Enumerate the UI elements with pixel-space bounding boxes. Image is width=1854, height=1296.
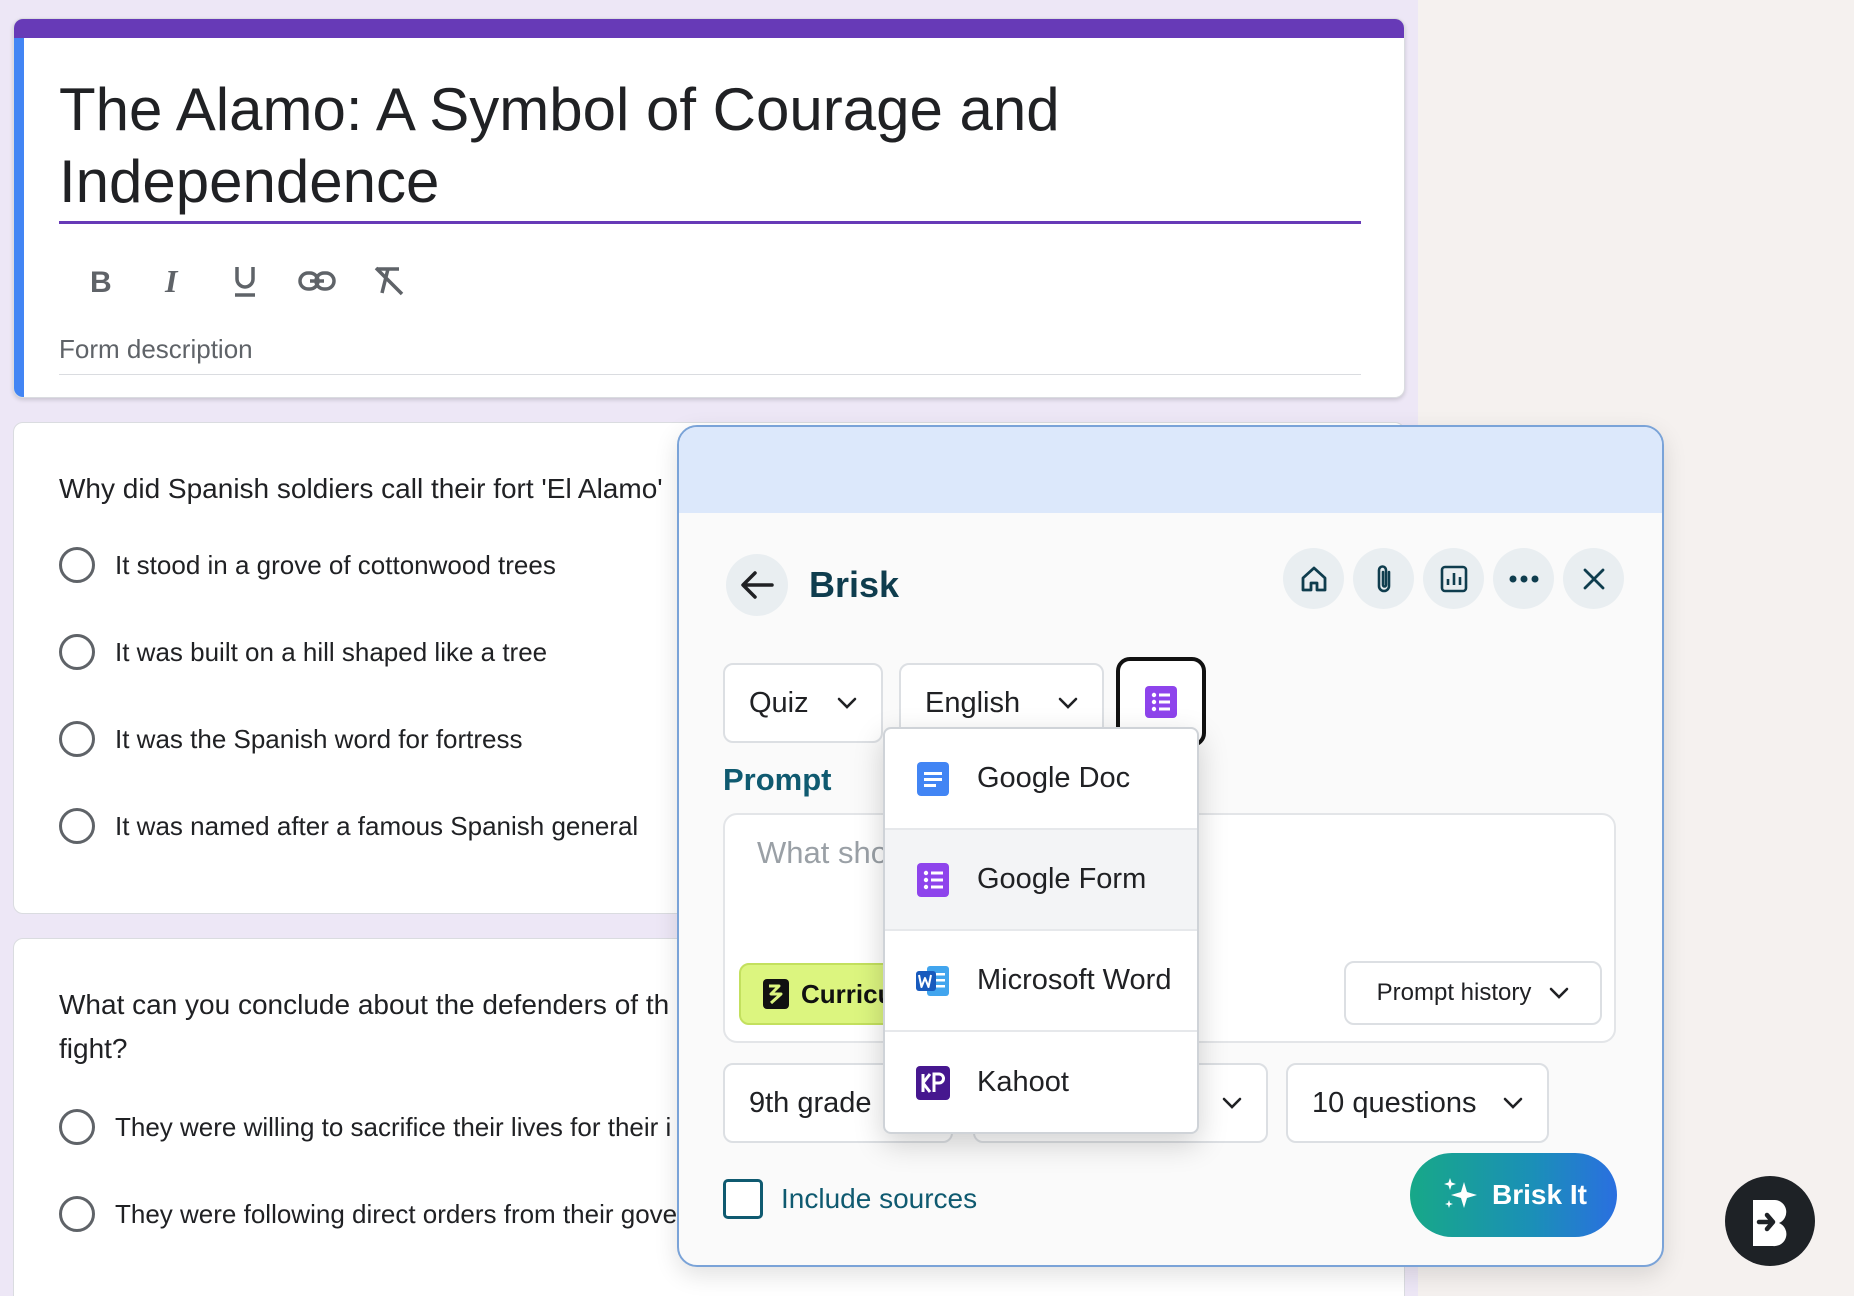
chevron-down-icon	[1222, 1097, 1242, 1109]
chevron-down-icon	[837, 697, 857, 709]
close-button[interactable]	[1563, 548, 1624, 609]
chart-icon	[1440, 565, 1467, 592]
underline-icon[interactable]	[226, 262, 264, 300]
radio-button[interactable]	[59, 721, 95, 757]
more-button[interactable]	[1493, 548, 1554, 609]
sparkle-icon	[1444, 1178, 1478, 1208]
italic-icon[interactable]: I	[154, 262, 192, 300]
analytics-button[interactable]	[1423, 548, 1484, 609]
svg-text:B: B	[90, 266, 112, 296]
include-sources-checkbox[interactable]	[723, 1179, 763, 1219]
chevron-down-icon	[1058, 697, 1078, 709]
brisk-it-label: Brisk It	[1492, 1179, 1587, 1210]
title-card-focus-bar	[14, 38, 24, 397]
menu-item-google-doc[interactable]: Google Doc	[885, 729, 1197, 830]
brisk-panel-header	[679, 427, 1662, 513]
grade-select-value: 9th grade	[749, 1086, 872, 1119]
svg-text:I: I	[164, 266, 179, 296]
google-form-icon	[917, 862, 949, 897]
radio-button[interactable]	[59, 1109, 95, 1145]
answer-option[interactable]: It stood in a grove of cottonwood trees	[59, 547, 556, 583]
prompt-placeholder: What sho	[757, 835, 888, 870]
answer-option[interactable]: It was the Spanish word for fortress	[59, 721, 523, 757]
prompt-history-button[interactable]: Prompt history	[1344, 961, 1602, 1025]
curriculum-label: Curricu	[801, 978, 894, 1009]
question-count-value: 10 questions	[1312, 1086, 1477, 1119]
arrow-left-icon	[741, 571, 774, 599]
word-icon	[916, 965, 949, 996]
radio-button[interactable]	[59, 808, 95, 844]
description-underline	[59, 374, 1361, 375]
option-label: They were willing to sacrifice their liv…	[115, 1111, 672, 1142]
paperclip-icon	[1377, 564, 1390, 592]
prompt-label: Prompt	[723, 762, 832, 797]
menu-item-microsoft-word[interactable]: Microsoft Word	[885, 931, 1197, 1032]
menu-item-kahoot[interactable]: Kahoot	[885, 1032, 1197, 1132]
title-underline	[59, 221, 1361, 224]
form-description-field[interactable]: Form description	[59, 334, 253, 365]
more-horizontal-icon	[1509, 575, 1538, 582]
option-label: It stood in a grove of cottonwood trees	[115, 549, 556, 580]
option-label: It was built on a hill shaped like a tre…	[115, 636, 548, 667]
answer-option[interactable]: It was named after a famous Spanish gene…	[59, 808, 638, 844]
export-format-menu: Google Doc Google Form Microsoft Word Ka…	[883, 727, 1199, 1134]
chevron-down-icon	[1503, 1097, 1523, 1109]
form-title-card: The Alamo: A Symbol of Courage and Indep…	[13, 18, 1405, 398]
menu-item-label: Google Form	[977, 863, 1147, 895]
format-toolbar: B I	[82, 257, 408, 305]
answer-option[interactable]: It was built on a hill shaped like a tre…	[59, 634, 547, 670]
form-title[interactable]: The Alamo: A Symbol of Courage and Indep…	[59, 74, 1361, 218]
brisk-toolbar	[1283, 548, 1624, 609]
menu-item-label: Kahoot	[977, 1066, 1069, 1098]
title-card-accent-bar	[14, 19, 1404, 38]
radio-button[interactable]	[59, 634, 95, 670]
language-select-value: English	[925, 686, 1021, 719]
include-sources-row[interactable]: Include sources	[723, 1179, 977, 1219]
option-label: It was the Spanish word for fortress	[115, 723, 523, 754]
google-doc-icon	[917, 761, 949, 796]
include-sources-label: Include sources	[781, 1183, 978, 1214]
clear-formatting-icon[interactable]	[370, 262, 408, 300]
menu-item-google-form[interactable]: Google Form	[885, 830, 1197, 931]
menu-item-label: Microsoft Word	[977, 964, 1172, 996]
link-icon[interactable]	[298, 262, 336, 300]
brisk-logo-icon	[1753, 1200, 1787, 1247]
back-button[interactable]	[726, 554, 788, 616]
attach-button[interactable]	[1353, 548, 1414, 609]
home-button[interactable]	[1283, 548, 1344, 609]
radio-button[interactable]	[59, 547, 95, 583]
radio-button[interactable]	[59, 1196, 95, 1232]
option-label: It was named after a famous Spanish gene…	[115, 810, 639, 841]
answer-option[interactable]: They were following direct orders from t…	[59, 1196, 677, 1232]
brisk-title: Brisk	[809, 564, 900, 605]
bold-icon[interactable]: B	[82, 262, 120, 300]
answer-option[interactable]: They were willing to sacrifice their liv…	[59, 1109, 671, 1145]
menu-item-label: Google Doc	[977, 762, 1131, 794]
home-icon	[1301, 566, 1326, 591]
close-icon	[1583, 568, 1604, 589]
type-select[interactable]: Quiz	[723, 663, 883, 743]
option-label: They were following direct orders from t…	[115, 1198, 678, 1229]
type-select-value: Quiz	[749, 686, 809, 719]
brisk-it-button[interactable]: Brisk It	[1410, 1153, 1617, 1237]
brisk-launcher-button[interactable]	[1725, 1176, 1815, 1266]
kahoot-icon	[916, 1065, 950, 1100]
question-count-select[interactable]: 10 questions	[1286, 1063, 1549, 1143]
google-form-icon	[1145, 686, 1177, 718]
prompt-history-label: Prompt history	[1376, 979, 1532, 1006]
chevron-down-icon	[1550, 987, 1569, 999]
brisk-logo-icon	[763, 979, 789, 1009]
